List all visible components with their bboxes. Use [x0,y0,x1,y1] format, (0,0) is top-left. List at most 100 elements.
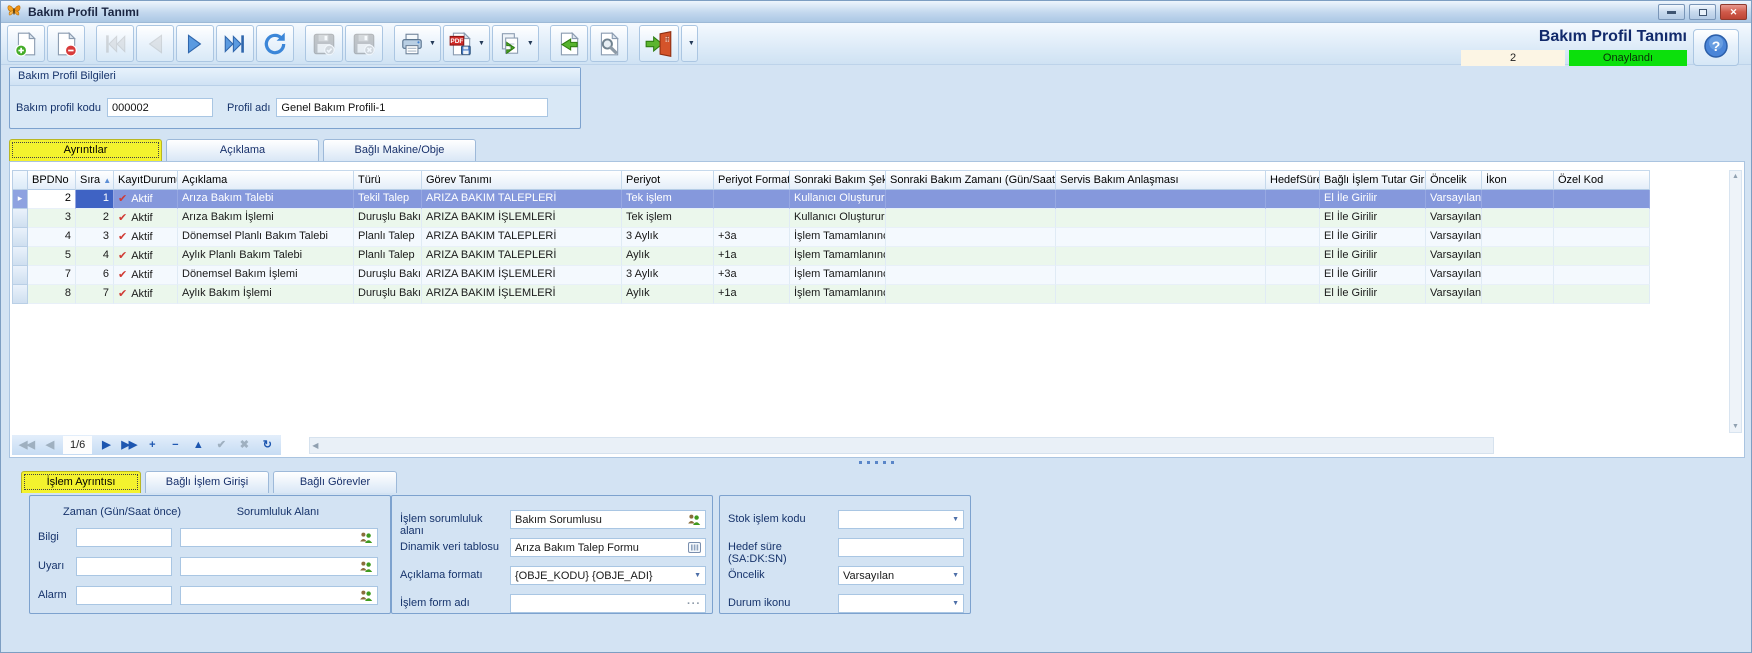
grid-row[interactable]: ▸21✔AktifArıza Bakım TalebiTekil TalepAR… [12,190,1727,209]
field-input[interactable]: Bakım Sorumlusu [510,510,706,529]
grid-cell[interactable]: Aylık Planlı Bakım Talebi [178,247,354,266]
grid-column-header[interactable]: Periyot Formatı [714,170,790,190]
nav-cancel-button[interactable]: ✖ [232,436,255,454]
grid-column-header[interactable]: Bağlı İşlem Tutar Girişi [1320,170,1426,190]
grid-column-header[interactable]: Öncelik [1426,170,1482,190]
nav-refresh-button[interactable]: ↻ [255,436,278,454]
time-input[interactable] [76,528,172,547]
restore-button[interactable] [1689,4,1716,20]
grid-cell[interactable]: Aylık Bakım İşlemi [178,285,354,304]
grid-column-header[interactable]: Türü [354,170,422,190]
grid-cell[interactable]: El İle Girilir [1320,190,1426,209]
grid-cell[interactable]: 3 Aylık [622,228,714,247]
grid-cell[interactable]: 7 [28,266,76,285]
grid-cell[interactable]: El İle Girilir [1320,266,1426,285]
grid-cell[interactable] [1554,285,1650,304]
grid-cell[interactable] [1056,285,1266,304]
grid-row[interactable]: 76✔AktifDönemsel Bakım İşlemiDuruşlu Bak… [12,266,1727,285]
grid-cell[interactable]: El İle Girilir [1320,247,1426,266]
grid-cell[interactable] [1056,266,1266,285]
splitter-handle[interactable] [1,459,1751,465]
import-button[interactable] [550,25,588,62]
grid-cell[interactable]: ARIZA BAKIM İŞLEMLERİ [422,285,622,304]
table-icon[interactable] [688,542,701,553]
grid-cell[interactable] [1482,190,1554,209]
grid-cell[interactable]: ARIZA BAKIM İŞLEMLERİ [422,209,622,228]
save-cancel-button[interactable] [345,25,383,62]
dropdown-arrow-icon[interactable]: ▼ [694,572,701,579]
grid-cell[interactable]: 7 [76,285,114,304]
grid-column-header[interactable]: HedefSüre [1266,170,1320,190]
grid-cell[interactable]: ARIZA BAKIM TALEPLERİ [422,228,622,247]
grid-cell[interactable]: El İle Girilir [1320,228,1426,247]
help-button[interactable]: ? [1693,29,1739,66]
grid-cell[interactable]: Arıza Bakım Talebi [178,190,354,209]
grid-cell[interactable]: İşlem Tamamlanınca [790,285,886,304]
grid-cell[interactable]: +1a [714,247,790,266]
grid-cell[interactable]: Arıza Bakım İşlemi [178,209,354,228]
grid-cell[interactable]: ✔Aktif [114,190,178,209]
field-input[interactable] [838,538,964,557]
profile-code-input[interactable] [107,98,213,117]
grid-cell[interactable]: 3 [28,209,76,228]
grid-cell[interactable]: 2 [28,190,76,209]
grid-cell[interactable] [886,209,1056,228]
grid-cell[interactable]: Varsayılan [1426,285,1482,304]
grid-hscrollbar[interactable]: ◀ [309,437,1494,454]
tab-bağlı-i-şlem-girişi[interactable]: Bağlı İşlem Girişi [145,471,269,493]
tab-bağlı-makine-obje[interactable]: Bağlı Makine/Obje [323,139,476,161]
grid-cell[interactable]: Duruşlu Bakım [354,266,422,285]
close-button[interactable]: ✕ [1720,4,1747,20]
grid-cell[interactable] [1482,266,1554,285]
pdf-export-button[interactable]: PDF▼ [443,25,490,62]
new-record-button[interactable] [7,25,45,62]
grid-cell[interactable]: +3a [714,266,790,285]
grid-cell[interactable]: ARIZA BAKIM İŞLEMLERİ [422,266,622,285]
nav-next-button[interactable]: ▶ [94,436,117,454]
last-record-button[interactable] [216,25,254,62]
field-input[interactable]: ··· [510,594,706,613]
grid-column-header[interactable]: Açıklama [178,170,354,190]
copy-export-button[interactable]: ▼ [492,25,539,62]
grid-cell[interactable]: 2 [76,209,114,228]
grid-cell[interactable]: Varsayılan [1426,247,1482,266]
grid-cell[interactable]: Aylık [622,285,714,304]
people-icon[interactable] [359,560,373,573]
grid-cell[interactable]: Planlı Talep [354,228,422,247]
grid-cell[interactable]: ✔Aktif [114,247,178,266]
grid-cell[interactable]: İşlem Tamamlanınca [790,266,886,285]
grid-cell[interactable]: ✔Aktif [114,266,178,285]
grid-cell[interactable]: Varsayılan [1426,228,1482,247]
grid-column-header[interactable]: Servis Bakım Anlaşması [1056,170,1266,190]
grid-column-header[interactable]: Periyot [622,170,714,190]
grid-cell[interactable] [1056,209,1266,228]
grid-cell[interactable]: ✔Aktif [114,228,178,247]
nav-first-button[interactable]: ◀◀ [15,436,38,454]
grid-cell[interactable] [1554,209,1650,228]
grid-cell[interactable]: +3a [714,228,790,247]
grid-cell[interactable] [1266,285,1320,304]
profile-name-input[interactable] [276,98,548,117]
grid-cell[interactable]: Dönemsel Planlı Bakım Talebi [178,228,354,247]
grid-cell[interactable]: Tekil Talep [354,190,422,209]
grid-cell[interactable]: Tek işlem [622,190,714,209]
delete-record-button[interactable] [47,25,85,62]
grid-column-header[interactable]: İkon [1482,170,1554,190]
grid-column-header[interactable]: Sonraki Bakım Şekli [790,170,886,190]
exit-button[interactable] [639,25,679,62]
grid-cell[interactable]: Dönemsel Bakım İşlemi [178,266,354,285]
prev-record-button[interactable] [136,25,174,62]
grid-cell[interactable]: Kullanıcı Oluşturur [790,209,886,228]
field-input[interactable]: Arıza Bakım Talep Formu [510,538,706,557]
grid-cell[interactable]: ✔Aktif [114,209,178,228]
grid-column-header[interactable]: BPDNo [28,170,76,190]
grid-cell[interactable] [714,190,790,209]
minimize-button[interactable] [1658,4,1685,20]
ellipsis-icon[interactable]: ··· [687,601,701,607]
dropdown-arrow-icon[interactable]: ▼ [952,600,959,607]
grid-cell[interactable] [1266,209,1320,228]
grid-cell[interactable]: 6 [76,266,114,285]
grid-cell[interactable]: 3 [76,228,114,247]
grid-row[interactable]: 43✔AktifDönemsel Planlı Bakım TalebiPlan… [12,228,1727,247]
grid-cell[interactable] [1056,190,1266,209]
